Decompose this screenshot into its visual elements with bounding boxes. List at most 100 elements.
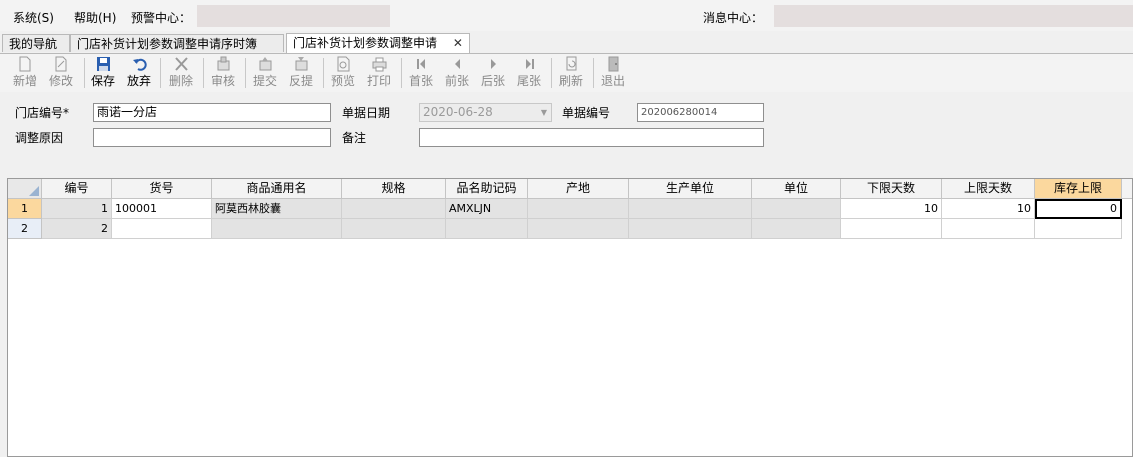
store-code-label: 门店编号*	[15, 106, 70, 120]
toolbar-separator	[401, 58, 402, 88]
cell-spec	[342, 199, 446, 219]
tab-label: 我的导航	[9, 37, 58, 51]
toolbar-separator	[593, 58, 594, 88]
col-header-item-no[interactable]: 货号	[112, 179, 212, 199]
remark-label: 备注	[342, 131, 367, 145]
message-center-label: 消息中心：	[703, 11, 764, 25]
cell-min-days[interactable]	[841, 219, 942, 239]
alert-center-box[interactable]	[197, 5, 390, 27]
tab-label: 门店补货计划参数调整申请序时簿	[77, 37, 258, 51]
remark-field[interactable]	[419, 128, 764, 147]
menu-help[interactable]: 帮助(H)	[74, 9, 116, 26]
undo-arrow-icon	[133, 58, 147, 71]
doc-date-value: 2020-06-28	[423, 105, 493, 119]
edit-document-icon	[55, 56, 67, 72]
reason-field[interactable]	[93, 128, 331, 147]
store-code-field[interactable]: 雨诺一分店	[93, 103, 331, 122]
cell-min-days[interactable]: 10	[841, 199, 942, 219]
doc-date-field[interactable]: 2020-06-28 ▼	[419, 103, 552, 122]
col-header-spec[interactable]: 规格	[342, 179, 446, 199]
cell-maker	[629, 219, 752, 239]
edit-button[interactable]: 修改	[46, 54, 76, 92]
toolbar-separator	[203, 58, 204, 88]
cell-name: 阿莫西林胶囊	[212, 199, 342, 219]
refresh-button[interactable]: 刷新	[556, 54, 586, 92]
audit-button[interactable]: 审核	[208, 54, 238, 92]
document-header-form: 门店编号* 雨诺一分店 单据日期 2020-06-28 ▼ 单据编号 20200…	[0, 92, 1133, 176]
preview-label: 预览	[330, 74, 355, 88]
detail-grid: 编号 货号 商品通用名 规格 品名助记码 产地 生产单位 单位 下限天数 上限天…	[7, 178, 1133, 457]
doc-date-label: 单据日期	[342, 106, 391, 120]
toolbar-separator	[84, 58, 85, 88]
col-header-unit[interactable]: 单位	[752, 179, 841, 199]
cell-max-days[interactable]	[942, 219, 1035, 239]
print-label: 打印	[366, 74, 391, 88]
tab-my-navigation[interactable]: 我的导航	[2, 34, 70, 52]
message-center-box[interactable]	[774, 5, 1133, 27]
unsubmit-label: 反提	[288, 74, 313, 88]
cell-mnemonic: AMXLJN	[446, 199, 528, 219]
print-button[interactable]: 打印	[364, 54, 394, 92]
exit-label: 退出	[600, 74, 625, 88]
doc-no-field[interactable]: 202006280014	[637, 103, 764, 122]
printer-icon	[372, 57, 387, 72]
exit-button[interactable]: 退出	[598, 54, 628, 92]
col-header-maker[interactable]: 生产单位	[629, 179, 752, 199]
discard-label: 放弃	[126, 74, 151, 88]
audit-label: 审核	[210, 74, 235, 88]
grid-select-all[interactable]	[8, 179, 42, 199]
col-header-mnemonic[interactable]: 品名助记码	[446, 179, 528, 199]
chevron-down-icon[interactable]: ▼	[541, 104, 547, 121]
row-header[interactable]: 1	[8, 199, 42, 219]
row-header[interactable]: 2	[8, 219, 42, 239]
select-all-icon	[29, 186, 39, 196]
col-header-id[interactable]: 编号	[42, 179, 112, 199]
cell-name	[212, 219, 342, 239]
first-record-button[interactable]: 首张	[406, 54, 436, 92]
reason-label: 调整原因	[15, 131, 64, 145]
col-header-origin[interactable]: 产地	[528, 179, 629, 199]
new-document-icon	[19, 56, 31, 72]
floppy-disk-icon	[97, 57, 110, 71]
tab-adjustment-list[interactable]: 门店补货计划参数调整申请序时簿	[70, 34, 284, 52]
cell-stock-max[interactable]: 0	[1035, 199, 1122, 219]
toolbar-separator	[323, 58, 324, 88]
save-label: 保存	[90, 74, 115, 88]
close-icon[interactable]: ✕	[453, 34, 463, 52]
delete-button[interactable]: 删除	[166, 54, 196, 92]
tab-bar: 我的导航 门店补货计划参数调整申请序时簿 门店补货计划参数调整申请 ✕	[0, 31, 1133, 54]
refresh-icon	[566, 56, 577, 71]
menu-bar: 系统(S) 帮助(H) 预警中心： 消息中心：	[0, 0, 1133, 31]
delete-label: 删除	[168, 74, 193, 88]
save-button[interactable]: 保存	[88, 54, 118, 92]
discard-button[interactable]: 放弃	[124, 54, 154, 92]
col-header-filler	[1122, 179, 1132, 199]
cell-item-no[interactable]	[112, 219, 212, 239]
preview-button[interactable]: 预览	[328, 54, 358, 92]
tab-adjustment-request[interactable]: 门店补货计划参数调整申请 ✕	[286, 33, 470, 53]
col-header-name[interactable]: 商品通用名	[212, 179, 342, 199]
previous-record-button[interactable]: 前张	[442, 54, 472, 92]
toolbar: 新增 修改 保存 放弃 删除 审核 提交 反提 预览 打印 首张 前张 后张 尾…	[0, 54, 1133, 92]
menu-system[interactable]: 系统(S)	[13, 9, 54, 26]
cell-item-no[interactable]: 100001	[112, 199, 212, 219]
cell-stock-max[interactable]	[1035, 219, 1122, 239]
new-button[interactable]: 新增	[10, 54, 40, 92]
new-label: 新增	[12, 74, 37, 88]
first-record-icon	[417, 59, 425, 69]
exit-door-icon	[608, 56, 619, 72]
col-header-stock-max[interactable]: 库存上限	[1035, 179, 1122, 199]
submit-button[interactable]: 提交	[250, 54, 280, 92]
toolbar-separator	[245, 58, 246, 88]
refresh-label: 刷新	[558, 74, 583, 88]
cell-origin	[528, 219, 629, 239]
cell-mnemonic	[446, 219, 528, 239]
col-header-min-days[interactable]: 下限天数	[841, 179, 942, 199]
col-header-max-days[interactable]: 上限天数	[942, 179, 1035, 199]
doc-no-label: 单据编号	[562, 106, 611, 120]
next-record-label: 后张	[480, 74, 505, 88]
cell-max-days[interactable]: 10	[942, 199, 1035, 219]
next-record-button[interactable]: 后张	[478, 54, 508, 92]
last-record-button[interactable]: 尾张	[514, 54, 544, 92]
unsubmit-button[interactable]: 反提	[286, 54, 316, 92]
